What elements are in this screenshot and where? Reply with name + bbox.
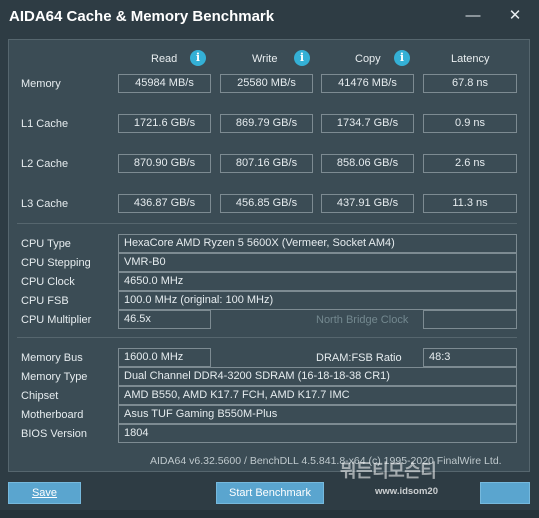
bios-version-value: 1804 <box>118 424 517 443</box>
column-latency: Latency <box>451 53 490 65</box>
l3-latency-value: 11.3 ns <box>423 194 517 213</box>
l2-latency-value: 2.6 ns <box>423 154 517 173</box>
row-label-memory: Memory <box>21 78 61 90</box>
memory-bus-value: 1600.0 MHz <box>118 348 211 367</box>
title-bar: AIDA64 Cache & Memory Benchmark — ✕ <box>0 0 539 34</box>
start-benchmark-button[interactable]: Start Benchmark <box>216 482 324 504</box>
l1-copy-value: 1734.7 GB/s <box>321 114 414 133</box>
write-info-icon[interactable]: i <box>294 50 310 66</box>
close-button[interactable] <box>480 482 530 504</box>
read-info-icon[interactable]: i <box>190 50 206 66</box>
cpu-stepping-label: CPU Stepping <box>21 257 91 269</box>
memory-bus-label: Memory Bus <box>21 352 83 364</box>
save-button-label: Save <box>31 487 58 499</box>
cpu-stepping-value: VMR-B0 <box>118 253 517 272</box>
cpu-type-label: CPU Type <box>21 238 71 250</box>
memory-type-label: Memory Type <box>21 371 88 383</box>
l1-read-value: 1721.6 GB/s <box>118 114 211 133</box>
memory-type-value: Dual Channel DDR4-3200 SDRAM (16-18-18-3… <box>118 367 517 386</box>
chipset-value: AMD B550, AMD K17.7 FCH, AMD K17.7 IMC <box>118 386 517 405</box>
row-label-l3: L3 Cache <box>21 198 69 210</box>
bios-version-label: BIOS Version <box>21 428 88 440</box>
save-button[interactable]: Save <box>8 482 81 504</box>
copy-info-icon[interactable]: i <box>394 50 410 66</box>
north-bridge-clock-value <box>423 310 517 329</box>
cpu-clock-label: CPU Clock <box>21 276 75 288</box>
minimize-icon[interactable]: — <box>459 5 487 27</box>
l3-copy-value: 437.91 GB/s <box>321 194 414 213</box>
memory-copy-value: 41476 MB/s <box>321 74 414 93</box>
dram-fsb-ratio-value: 48:3 <box>423 348 517 367</box>
cpu-clock-value: 4650.0 MHz <box>118 272 517 291</box>
motherboard-label: Motherboard <box>21 409 84 421</box>
l2-copy-value: 858.06 GB/s <box>321 154 414 173</box>
window-title: AIDA64 Cache & Memory Benchmark <box>9 8 275 25</box>
cpu-fsb-value: 100.0 MHz (original: 100 MHz) <box>118 291 517 310</box>
l2-write-value: 807.16 GB/s <box>220 154 313 173</box>
row-label-l2: L2 Cache <box>21 158 69 170</box>
divider <box>17 223 517 224</box>
watermark-url: www.idsom20 <box>375 486 438 497</box>
north-bridge-clock-label: North Bridge Clock <box>316 314 409 326</box>
row-label-l1: L1 Cache <box>21 118 69 130</box>
l1-latency-value: 0.9 ns <box>423 114 517 133</box>
column-write: Write <box>252 53 278 65</box>
taskbar-strip <box>0 510 539 518</box>
watermark-logo: 뭐든티모슨티 <box>340 461 437 481</box>
column-read: Read <box>151 53 178 65</box>
chipset-label: Chipset <box>21 390 59 402</box>
l1-write-value: 869.79 GB/s <box>220 114 313 133</box>
divider <box>17 337 517 338</box>
memory-write-value: 25580 MB/s <box>220 74 313 93</box>
cpu-multiplier-label: CPU Multiplier <box>21 314 92 326</box>
l2-read-value: 870.90 GB/s <box>118 154 211 173</box>
dram-fsb-ratio-label: DRAM:FSB Ratio <box>316 352 402 364</box>
l3-read-value: 436.87 GB/s <box>118 194 211 213</box>
motherboard-value: Asus TUF Gaming B550M-Plus <box>118 405 517 424</box>
cpu-type-value: HexaCore AMD Ryzen 5 5600X (Vermeer, Soc… <box>118 234 517 253</box>
memory-read-value: 45984 MB/s <box>118 74 211 93</box>
memory-latency-value: 67.8 ns <box>423 74 517 93</box>
cpu-fsb-label: CPU FSB <box>21 295 69 307</box>
cpu-multiplier-value: 46.5x <box>118 310 211 329</box>
close-icon[interactable]: ✕ <box>501 5 529 27</box>
version-info: AIDA64 v6.32.5600 / BenchDLL 4.5.841.8-x… <box>150 455 502 467</box>
l3-write-value: 456.85 GB/s <box>220 194 313 213</box>
column-copy: Copy <box>355 53 381 65</box>
